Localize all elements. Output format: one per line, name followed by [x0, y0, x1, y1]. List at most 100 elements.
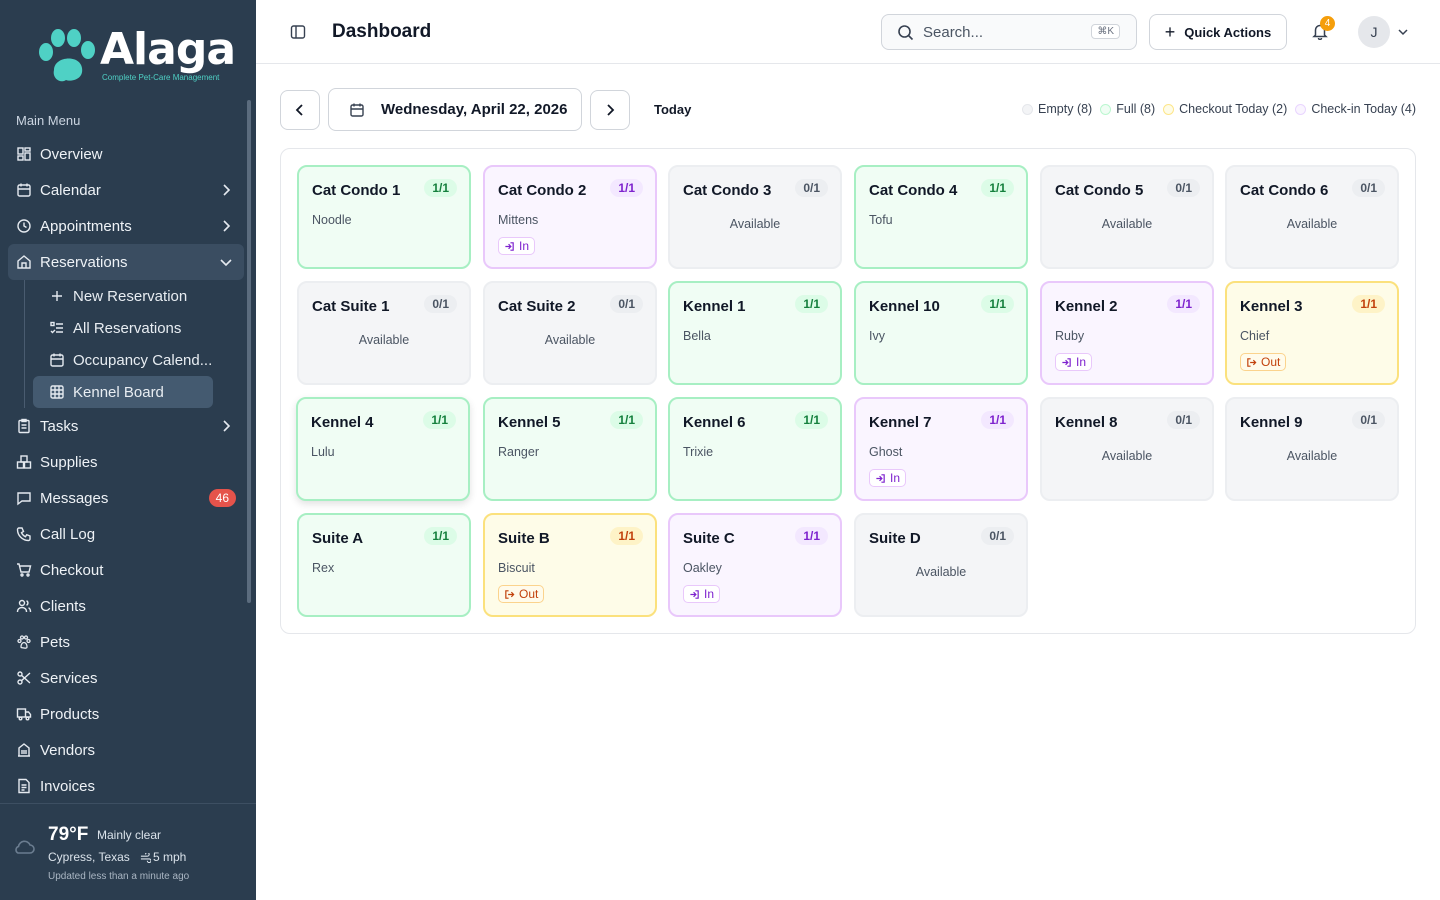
- kennel-capacity-badge: 1/1: [795, 527, 828, 545]
- legend-label: Full (8): [1116, 102, 1156, 116]
- sidebar-item-clients[interactable]: Clients: [8, 588, 244, 624]
- kennel-name: Kennel 7: [869, 414, 932, 431]
- sidebar-item-invoices[interactable]: Invoices: [8, 768, 244, 804]
- kennel-card[interactable]: Cat Condo 1 1/1 Noodle: [297, 165, 471, 269]
- sidebar-item-appointments[interactable]: Appointments: [8, 208, 244, 244]
- kennel-card[interactable]: Kennel 7 1/1 Ghost In: [854, 397, 1028, 501]
- kennel-card[interactable]: Cat Condo 2 1/1 Mittens In: [483, 165, 657, 269]
- kennel-card[interactable]: Kennel 3 1/1 Chief Out: [1225, 281, 1399, 385]
- check-in-tag: In: [869, 469, 907, 487]
- sidebar-item-call-log[interactable]: Call Log: [8, 516, 244, 552]
- sidebar-subitem-label: All Reservations: [73, 319, 182, 337]
- kennel-card[interactable]: Kennel 6 1/1 Trixie: [668, 397, 842, 501]
- sidebar-item-checkout[interactable]: Checkout: [8, 552, 244, 588]
- kennel-card[interactable]: Cat Condo 5 0/1 Available: [1040, 165, 1214, 269]
- kennel-capacity-badge: 0/1: [1167, 411, 1200, 429]
- kennel-available-text: Available: [358, 333, 410, 347]
- sidebar-toggle-icon[interactable]: [290, 24, 306, 40]
- kennel-capacity-badge: 0/1: [1352, 179, 1385, 197]
- kennel-available-text: Available: [1101, 217, 1153, 231]
- sidebar-item-products[interactable]: Products: [8, 696, 244, 732]
- kennel-card[interactable]: Cat Suite 2 0/1 Available: [483, 281, 657, 385]
- sidebar-item-services[interactable]: Services: [8, 660, 244, 696]
- quick-actions-label: Quick Actions: [1184, 24, 1272, 40]
- sidebar-item-label: Pets: [40, 633, 71, 651]
- truck-icon: [16, 706, 32, 722]
- pet-name[interactable]: Ranger: [498, 445, 539, 459]
- pet-name[interactable]: Ghost: [869, 445, 902, 459]
- pet-name[interactable]: Ruby: [1055, 329, 1084, 343]
- kennel-card[interactable]: Kennel 2 1/1 Ruby In: [1040, 281, 1214, 385]
- pet-name[interactable]: Rex: [312, 561, 334, 575]
- sidebar-item-calendar[interactable]: Calendar: [8, 172, 244, 208]
- pet-name[interactable]: Tofu: [869, 213, 893, 227]
- clock-icon: [16, 218, 32, 234]
- sidebar-item-vendors[interactable]: Vendors: [8, 732, 244, 768]
- sidebar-item-messages[interactable]: Messages 46: [8, 480, 244, 516]
- pet-name[interactable]: Ivy: [869, 329, 885, 343]
- pet-name[interactable]: Lulu: [311, 445, 335, 459]
- chevron-right-icon: [607, 104, 615, 116]
- kennel-card[interactable]: Kennel 5 1/1 Ranger: [483, 397, 657, 501]
- kennel-card[interactable]: Suite D 0/1 Available: [854, 513, 1028, 617]
- sidebar-item-label: Messages: [40, 489, 109, 507]
- sidebar-subitem-occupancy-calendar[interactable]: Occupancy Calend...: [33, 344, 213, 376]
- brand-tagline: Complete Pet-Care Management: [102, 73, 220, 82]
- sidebar-item-reservations[interactable]: Reservations: [8, 244, 244, 280]
- kennel-board: Cat Condo 1 1/1 Noodle Cat Condo 2 1/1 Mitten…: [280, 148, 1416, 634]
- search-placeholder: Search...: [923, 24, 984, 41]
- sidebar-subitem-all-reservations[interactable]: All Reservations: [33, 312, 213, 344]
- sidebar-subitem-kennel-board[interactable]: Kennel Board: [33, 376, 213, 408]
- prev-day-button[interactable]: [280, 90, 320, 130]
- kennel-card[interactable]: Kennel 9 0/1 Available: [1225, 397, 1399, 501]
- pet-name[interactable]: Biscuit: [498, 561, 535, 575]
- kennel-card[interactable]: Kennel 1 1/1 Bella: [668, 281, 842, 385]
- kennel-card[interactable]: Suite A 1/1 Rex: [297, 513, 471, 617]
- kennel-card[interactable]: Cat Suite 1 0/1 Available: [297, 281, 471, 385]
- legend-checkout: Checkout Today (2): [1163, 102, 1287, 116]
- kennel-capacity-badge: 1/1: [424, 179, 457, 197]
- today-button[interactable]: Today: [654, 102, 691, 117]
- sidebar-subitem-new-reservation[interactable]: New Reservation: [33, 280, 213, 312]
- quick-actions-button[interactable]: + Quick Actions: [1149, 14, 1287, 50]
- sidebar-item-label: Calendar: [40, 181, 101, 199]
- notification-badge: 4: [1320, 16, 1335, 31]
- search-input[interactable]: Search... ⌘K: [881, 14, 1137, 50]
- reservations-submenu: New Reservation All Reservations Occupan…: [24, 280, 244, 408]
- pet-name[interactable]: Trixie: [683, 445, 713, 459]
- chevron-down-icon[interactable]: [1396, 25, 1410, 39]
- kennel-card[interactable]: Cat Condo 4 1/1 Tofu: [854, 165, 1028, 269]
- kennel-card[interactable]: Kennel 4 1/1 Lulu: [296, 397, 470, 501]
- kennel-name: Suite B: [498, 530, 550, 547]
- calendar-icon: [16, 182, 32, 198]
- pet-name[interactable]: Oakley: [683, 561, 722, 575]
- sidebar-item-pets[interactable]: Pets: [8, 624, 244, 660]
- sidebar-item-tasks[interactable]: Tasks: [8, 408, 244, 444]
- kennel-card[interactable]: Cat Condo 3 0/1 Available: [668, 165, 842, 269]
- sidebar-scrollbar[interactable]: [247, 100, 251, 603]
- date-picker-button[interactable]: Wednesday, April 22, 2026: [328, 88, 582, 131]
- sidebar-item-overview[interactable]: Overview: [8, 136, 244, 172]
- legend-dot-empty: [1022, 103, 1034, 115]
- kennel-card[interactable]: Suite B 1/1 Biscuit Out: [483, 513, 657, 617]
- pet-name[interactable]: Noodle: [312, 213, 352, 227]
- sidebar-item-supplies[interactable]: Supplies: [8, 444, 244, 480]
- phone-icon: [16, 526, 32, 542]
- pet-name[interactable]: Mittens: [498, 213, 538, 227]
- sidebar-item-label: Clients: [40, 597, 86, 615]
- kennel-card[interactable]: Kennel 8 0/1 Available: [1040, 397, 1214, 501]
- kennel-available-text: Available: [1101, 449, 1153, 463]
- next-day-button[interactable]: [590, 90, 630, 130]
- pet-name[interactable]: Bella: [683, 329, 711, 343]
- logo[interactable]: Alaga Complete Pet-Care Management: [0, 0, 256, 100]
- kennel-card[interactable]: Suite C 1/1 Oakley In: [668, 513, 842, 617]
- chevron-right-icon: [223, 420, 231, 432]
- kennel-card[interactable]: Cat Condo 6 0/1 Available: [1225, 165, 1399, 269]
- kennel-card[interactable]: Kennel 10 1/1 Ivy: [854, 281, 1028, 385]
- sidebar-item-label: Appointments: [40, 217, 132, 235]
- legend-empty: Empty (8): [1022, 102, 1092, 116]
- sidebar: Alaga Complete Pet-Care Management Main …: [0, 0, 256, 900]
- sidebar-item-label: Tasks: [40, 417, 79, 435]
- avatar[interactable]: J: [1358, 16, 1390, 48]
- pet-name[interactable]: Chief: [1240, 329, 1269, 343]
